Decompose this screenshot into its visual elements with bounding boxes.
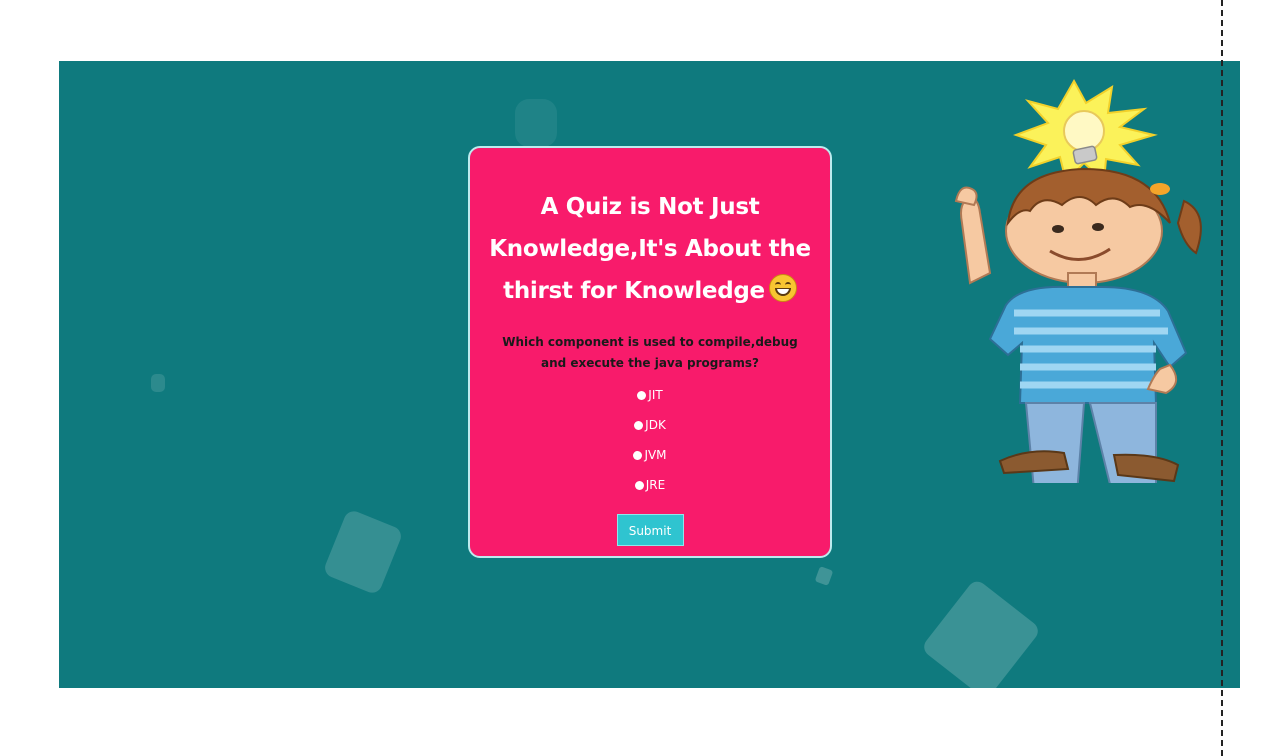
decorative-shape (151, 374, 165, 392)
submit-button[interactable]: Submit (616, 514, 684, 546)
answer-option-label: JIT (648, 388, 663, 402)
grinning-face-icon (768, 274, 797, 302)
decorative-shape (515, 99, 557, 147)
quiz-stage: A Quiz is Not Just Knowledge,It's About … (59, 61, 1240, 688)
radio-button[interactable] (633, 450, 643, 460)
decorative-shape (920, 577, 1042, 688)
page: A Quiz is Not Just Knowledge,It's About … (0, 0, 1280, 756)
answer-option-label: JVM (644, 448, 667, 462)
page-boundary-line (1221, 0, 1223, 756)
decorative-shape (814, 566, 834, 586)
answer-option-label: JRE (645, 478, 666, 492)
answer-option-jvm[interactable]: JVM (470, 440, 830, 470)
answer-option-jdk[interactable]: JDK (470, 410, 830, 440)
radio-button[interactable] (634, 480, 644, 490)
decorative-shape (322, 508, 404, 596)
radio-button[interactable] (634, 420, 644, 430)
radio-button[interactable] (637, 390, 647, 400)
lightbulb-icon (1063, 110, 1105, 152)
girl-with-lightbulb-illustration (954, 78, 1202, 483)
quiz-title: A Quiz is Not Just Knowledge,It's About … (488, 186, 812, 312)
answer-option-jre[interactable]: JRE (470, 470, 830, 500)
quiz-card: A Quiz is Not Just Knowledge,It's About … (468, 146, 832, 558)
quiz-title-text: A Quiz is Not Just Knowledge,It's About … (489, 194, 811, 304)
answer-option-label: JDK (645, 418, 666, 432)
answer-option-jit[interactable]: JIT (470, 380, 830, 410)
answer-options: JIT JDK JVM JRE (470, 380, 830, 500)
quiz-question: Which component is used to compile,debug… (502, 335, 798, 370)
